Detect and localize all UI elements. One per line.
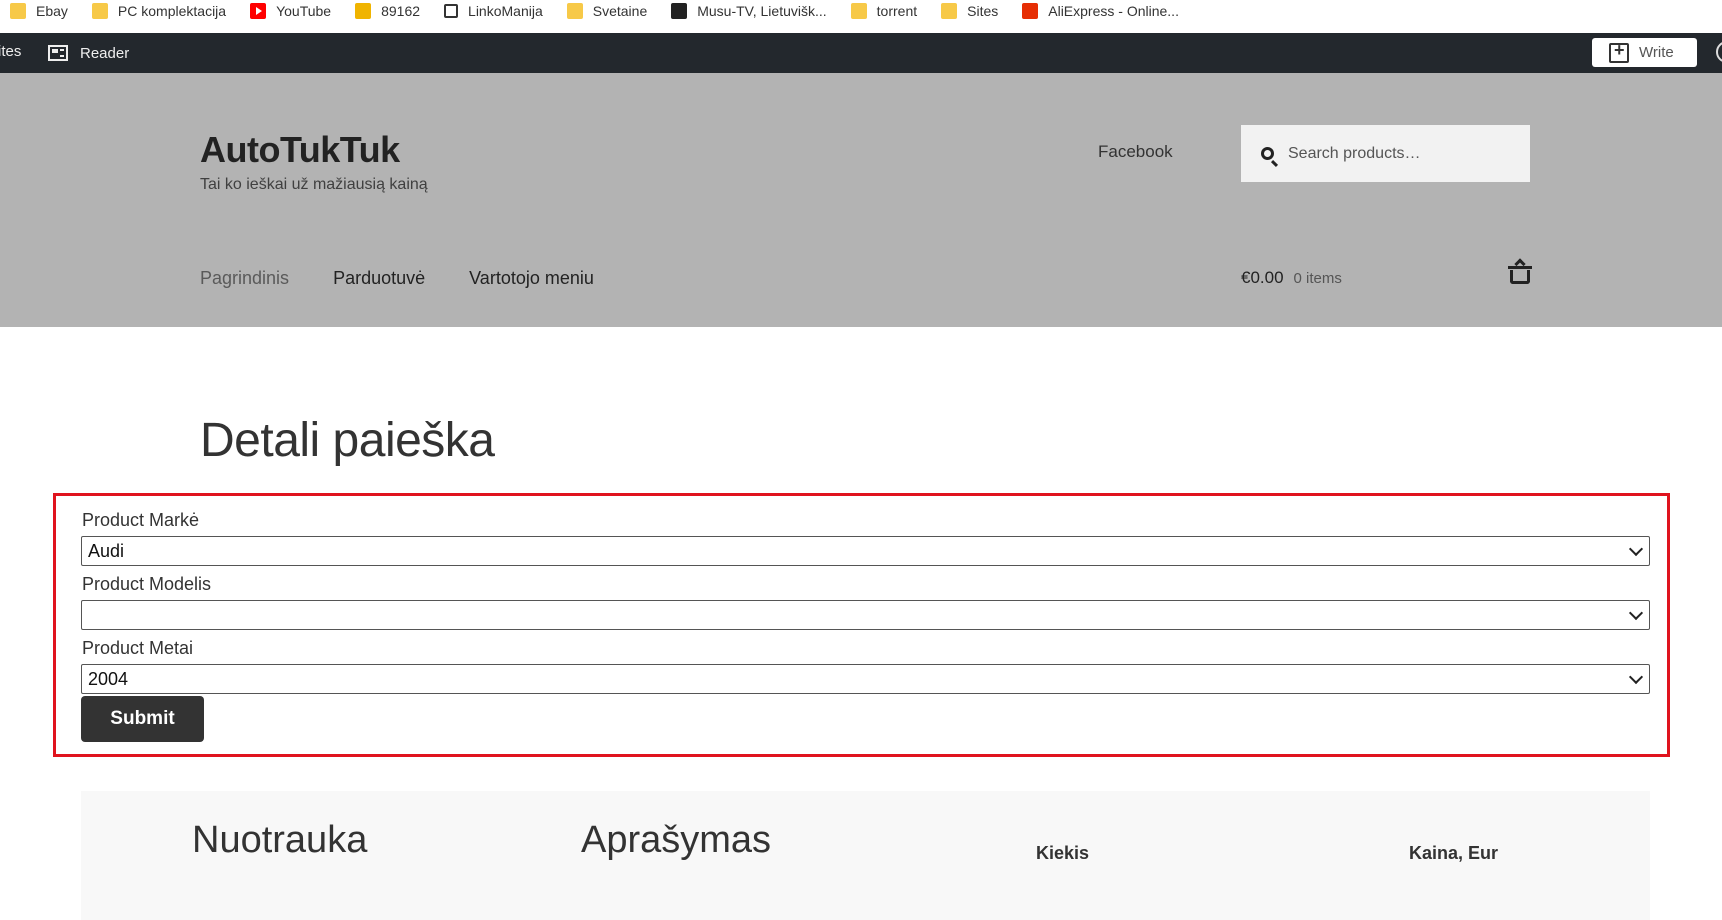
bookmark-aliexpress[interactable]: AliExpress - Online... [1012,0,1179,27]
bookmark-youtube[interactable]: YouTube [240,0,331,27]
bookmark-label: 89162 [381,2,421,19]
linko-icon [444,3,459,18]
model-select[interactable] [81,600,1650,630]
bookmarks-bar: Ebay PC komplektacija YouTube 89162 Link… [0,0,1722,33]
nav-item-parduotuve[interactable]: Parduotuvė [333,268,425,289]
submit-button[interactable]: Submit [81,696,204,742]
bookmark-label: LinkoManija [468,2,543,19]
facebook-link[interactable]: Facebook [1098,142,1173,162]
reader-label: Reader [80,44,130,62]
bookmark-musu-tv[interactable]: Musu-TV, Lietuvišk... [661,0,827,27]
bookmark-label: Ebay [36,2,68,19]
page-title: Detali paieška [200,414,495,467]
nav-item-vartotojo-meniu[interactable]: Vartotojo meniu [469,268,594,289]
bookmark-label: Musu-TV, Lietuvišk... [697,2,827,19]
folder-icon [941,2,958,19]
bookmark-ebay[interactable]: Ebay [0,0,68,27]
snail-icon [355,2,372,19]
bookmark-label: Sites [967,2,999,19]
aliexpress-icon [1022,2,1039,19]
products-table-header: Nuotrauka Aprašymas Kiekis Kaina, Eur [81,791,1650,920]
folder-icon [566,2,583,19]
reader-icon [48,45,68,61]
year-selected-value: 2004 [88,668,129,689]
folder-icon [91,2,108,19]
bookmark-linkomanija[interactable]: LinkoManija [434,0,543,27]
brand-label: Product Markė [82,510,200,530]
column-header-photo: Nuotrauka [192,819,368,861]
column-header-description: Aprašymas [581,819,772,861]
model-label: Product Modelis [82,574,212,594]
tv-icon [671,2,688,19]
column-header-quantity: Kiekis [1036,843,1090,863]
bookmark-svetaine[interactable]: Svetaine [557,0,647,27]
search-icon [1261,147,1274,160]
brand-select[interactable]: Audi [81,536,1650,566]
search-input[interactable] [1288,144,1518,163]
bookmark-label: Svetaine [592,2,648,19]
bookmark-label: YouTube [276,2,332,19]
chevron-down-icon [1628,605,1644,621]
my-sites-link[interactable]: ites [0,43,21,60]
admin-bar: ites Reader Write [0,33,1722,73]
reader-link[interactable]: Reader [48,33,129,73]
cart-amount: €0.00 [1241,268,1284,287]
bookmark-torrent[interactable]: torrent [841,0,917,27]
bookmark-label: PC komplektacija [117,2,227,19]
site-header: AutoTukTuk Tai ko ieškai už mažiausią ka… [0,73,1722,327]
bookmark-pc-komplektacija[interactable]: PC komplektacija [82,0,226,27]
write-icon [1609,40,1629,63]
year-select[interactable]: 2004 [81,664,1650,694]
bookmark-label: AliExpress - Online... [1048,2,1179,19]
chevron-down-icon [1628,541,1644,557]
bookmark-sites[interactable]: Sites [931,0,998,27]
nav-item-pagrindinis[interactable]: Pagrindinis [200,268,289,289]
folder-icon [10,2,26,19]
chevron-down-icon [1628,669,1644,685]
write-label: Write [1639,44,1674,61]
youtube-icon [250,2,267,19]
primary-navigation: Pagrindinis Parduotuvė Vartotojo meniu [200,268,638,289]
site-tagline: Tai ko ieškai už mažiausią kainą [200,176,428,193]
header-cart[interactable]: €0.00 0 items [1241,266,1532,288]
bookmark-label: torrent [876,2,918,19]
search-box [1241,125,1530,182]
write-button[interactable]: Write [1592,38,1697,67]
year-label: Product Metai [82,638,194,658]
site-title[interactable]: AutoTukTuk [200,129,400,171]
cart-count: 0 items [1293,269,1342,287]
avatar[interactable] [1716,41,1722,63]
folder-icon [850,2,867,19]
brand-selected-value: Audi [88,540,125,561]
column-header-price: Kaina, Eur [1409,843,1499,863]
basket-icon [1508,266,1532,284]
bookmark-89162[interactable]: 89162 [345,0,420,27]
